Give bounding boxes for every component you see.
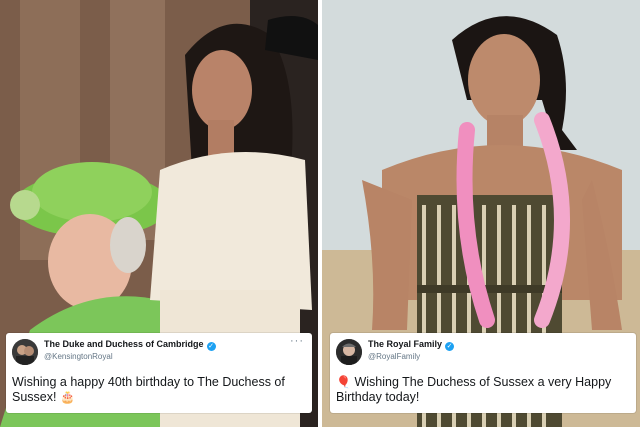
display-name[interactable]: The Duke and Duchess of Cambridge ✓ (44, 339, 216, 351)
balloon-icon: 🎈 (336, 375, 351, 389)
user-handle[interactable]: @KensingtonRoyal (44, 352, 113, 361)
tweet-text: Wishing a happy 40th birthday to The Duc… (12, 375, 306, 405)
tweet-card-kensington[interactable]: The Duke and Duchess of Cambridge ✓ @Kens… (6, 333, 312, 413)
tweet-card-royal-family[interactable]: The Royal Family ✓ @RoyalFamily 🎈 Wishing… (330, 333, 636, 413)
avatar-image (336, 339, 362, 365)
tweet-body: Wishing The Duchess of Sussex a very Hap… (336, 375, 612, 404)
tweet-text: 🎈 Wishing The Duchess of Sussex a very H… (336, 375, 630, 405)
more-options-icon[interactable]: ··· (290, 335, 304, 347)
avatar[interactable] (12, 339, 38, 365)
user-handle[interactable]: @RoyalFamily (368, 352, 420, 361)
display-name-text: The Royal Family (368, 339, 443, 349)
display-name-text: The Duke and Duchess of Cambridge (44, 339, 204, 349)
avatar-image (12, 339, 38, 365)
tweet-body: Wishing a happy 40th birthday to The Duc… (12, 375, 285, 404)
verified-badge-icon: ✓ (206, 342, 216, 351)
birthday-cake-icon: 🎂 (59, 390, 75, 404)
avatar[interactable] (336, 339, 362, 365)
verified-badge-icon: ✓ (445, 342, 455, 351)
display-name[interactable]: The Royal Family ✓ (368, 339, 455, 351)
